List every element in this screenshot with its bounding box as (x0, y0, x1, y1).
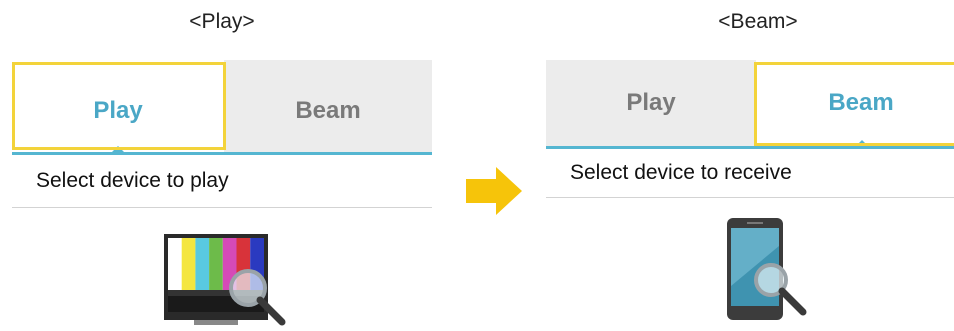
prompt-text: Select device to receive (570, 161, 792, 184)
device-prompt: Select device to play (12, 155, 432, 208)
tab-label: Beam (295, 97, 361, 124)
tv-search-icon[interactable] (160, 228, 290, 331)
tab-beam[interactable]: Beam (224, 60, 432, 152)
right-arrow-icon (466, 167, 522, 220)
phone-search-icon[interactable] (721, 216, 811, 331)
play-caption: <Play> (189, 10, 255, 33)
device-prompt: Select device to receive (546, 149, 954, 198)
tab-play[interactable]: Play (546, 60, 756, 146)
tab-highlight-frame (754, 62, 954, 146)
prompt-text: Select device to play (36, 169, 229, 192)
play-panel: Play Beam Select device to play (12, 60, 432, 331)
tab-highlight-frame (12, 62, 226, 150)
beam-caption: <Beam> (718, 10, 798, 33)
beam-panel: Play Beam Select device to receive (546, 60, 954, 331)
tab-label: Play (626, 89, 676, 116)
